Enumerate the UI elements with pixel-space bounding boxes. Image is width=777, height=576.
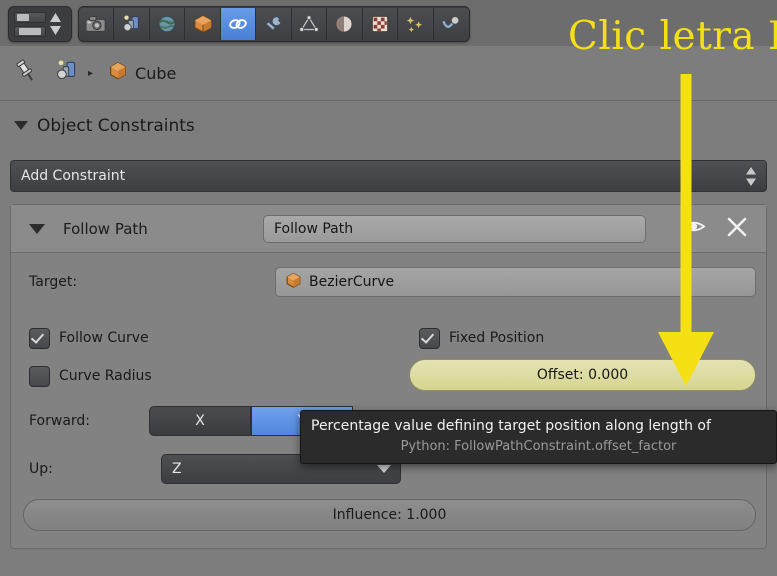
- tab-material[interactable]: [327, 8, 363, 40]
- fixed-position-checkbox[interactable]: Fixed Position: [419, 327, 545, 349]
- offset-value-label: Offset: 0.000: [536, 367, 629, 383]
- forward-label: Forward:: [29, 413, 91, 429]
- curve-radius-label: Curve Radius: [59, 368, 152, 384]
- properties-nav-group: [8, 6, 72, 42]
- annotation-text: Clic letra I: [568, 14, 777, 59]
- tab-object[interactable]: [185, 8, 221, 40]
- follow-curve-label: Follow Curve: [59, 330, 149, 346]
- page-title: Object Constraints: [37, 115, 195, 136]
- add-constraint-label: Add Constraint: [21, 168, 126, 184]
- checkbox-row-1: Follow Curve Fixed Position: [11, 323, 766, 353]
- triangle-down-icon: [14, 121, 28, 130]
- breadcrumb-separator-icon: ▸: [88, 67, 94, 79]
- influence-value-label: Influence: 1.000: [332, 507, 447, 523]
- tab-constraints[interactable]: [220, 8, 257, 40]
- constraint-header: Follow Path Follow Path: [11, 205, 766, 253]
- up-down-arrows-icon: [745, 166, 766, 186]
- influence-slider[interactable]: Influence: 1.000: [23, 499, 756, 531]
- tab-world[interactable]: [149, 8, 186, 40]
- object-cube-icon: [107, 60, 129, 86]
- checkbox-icon: [29, 327, 50, 349]
- checkbox-icon: [29, 365, 50, 387]
- triangle-down-icon[interactable]: [29, 223, 45, 234]
- breadcrumb-object-label: Cube: [135, 63, 177, 83]
- follow-curve-checkbox[interactable]: Follow Curve: [29, 327, 149, 349]
- nav-bars: [14, 11, 46, 37]
- forward-axis-x-button[interactable]: X: [149, 406, 251, 436]
- tab-scene[interactable]: [114, 8, 150, 40]
- target-object-value: BezierCurve: [309, 274, 395, 290]
- follow-path-constraint-panel: Follow Path Follow Path Target: BezierCu…: [10, 204, 767, 549]
- target-row: Target: BezierCurve: [11, 265, 766, 299]
- history-nav-widget[interactable]: [9, 11, 67, 37]
- scene-object-icon[interactable]: [54, 58, 80, 88]
- constraint-name-value: Follow Path: [274, 220, 354, 237]
- up-label: Up:: [29, 461, 53, 477]
- tab-object-data[interactable]: [291, 8, 328, 40]
- up-down-arrows-icon[interactable]: [49, 13, 62, 35]
- checkbox-icon: [419, 327, 440, 349]
- tooltip-description: Percentage value defining target positio…: [311, 418, 711, 434]
- constraint-name-input[interactable]: Follow Path: [263, 214, 646, 243]
- target-label: Target:: [29, 274, 78, 290]
- tooltip-python-path: Python: FollowPathConstraint.offset_fact…: [400, 439, 677, 454]
- tooltip: Percentage value defining target positio…: [300, 410, 777, 464]
- fixed-position-label: Fixed Position: [449, 330, 545, 346]
- curve-radius-checkbox[interactable]: Curve Radius: [29, 365, 152, 387]
- nav-bar-top-icon[interactable]: [14, 11, 46, 23]
- tab-physics[interactable]: [433, 8, 469, 40]
- properties-tab-group: [78, 6, 470, 42]
- constraint-type-label: Follow Path: [63, 219, 148, 238]
- pin-icon[interactable]: [12, 57, 40, 89]
- tab-modifiers[interactable]: [256, 8, 292, 40]
- up-axis-value: Z: [172, 461, 182, 477]
- down-arrow-annotation: [658, 74, 714, 386]
- close-x-icon[interactable]: [726, 216, 748, 242]
- add-constraint-dropdown[interactable]: Add Constraint: [10, 160, 767, 192]
- triangle-down-icon: [377, 465, 391, 473]
- nav-bar-bottom-icon[interactable]: [14, 25, 46, 37]
- tab-render[interactable]: [79, 8, 115, 40]
- object-cube-icon: [284, 271, 303, 294]
- tab-particles[interactable]: [398, 8, 434, 40]
- blender-properties-editor: ▸ Cube Object Constraints Add Constraint…: [0, 0, 777, 576]
- tab-texture[interactable]: [362, 8, 399, 40]
